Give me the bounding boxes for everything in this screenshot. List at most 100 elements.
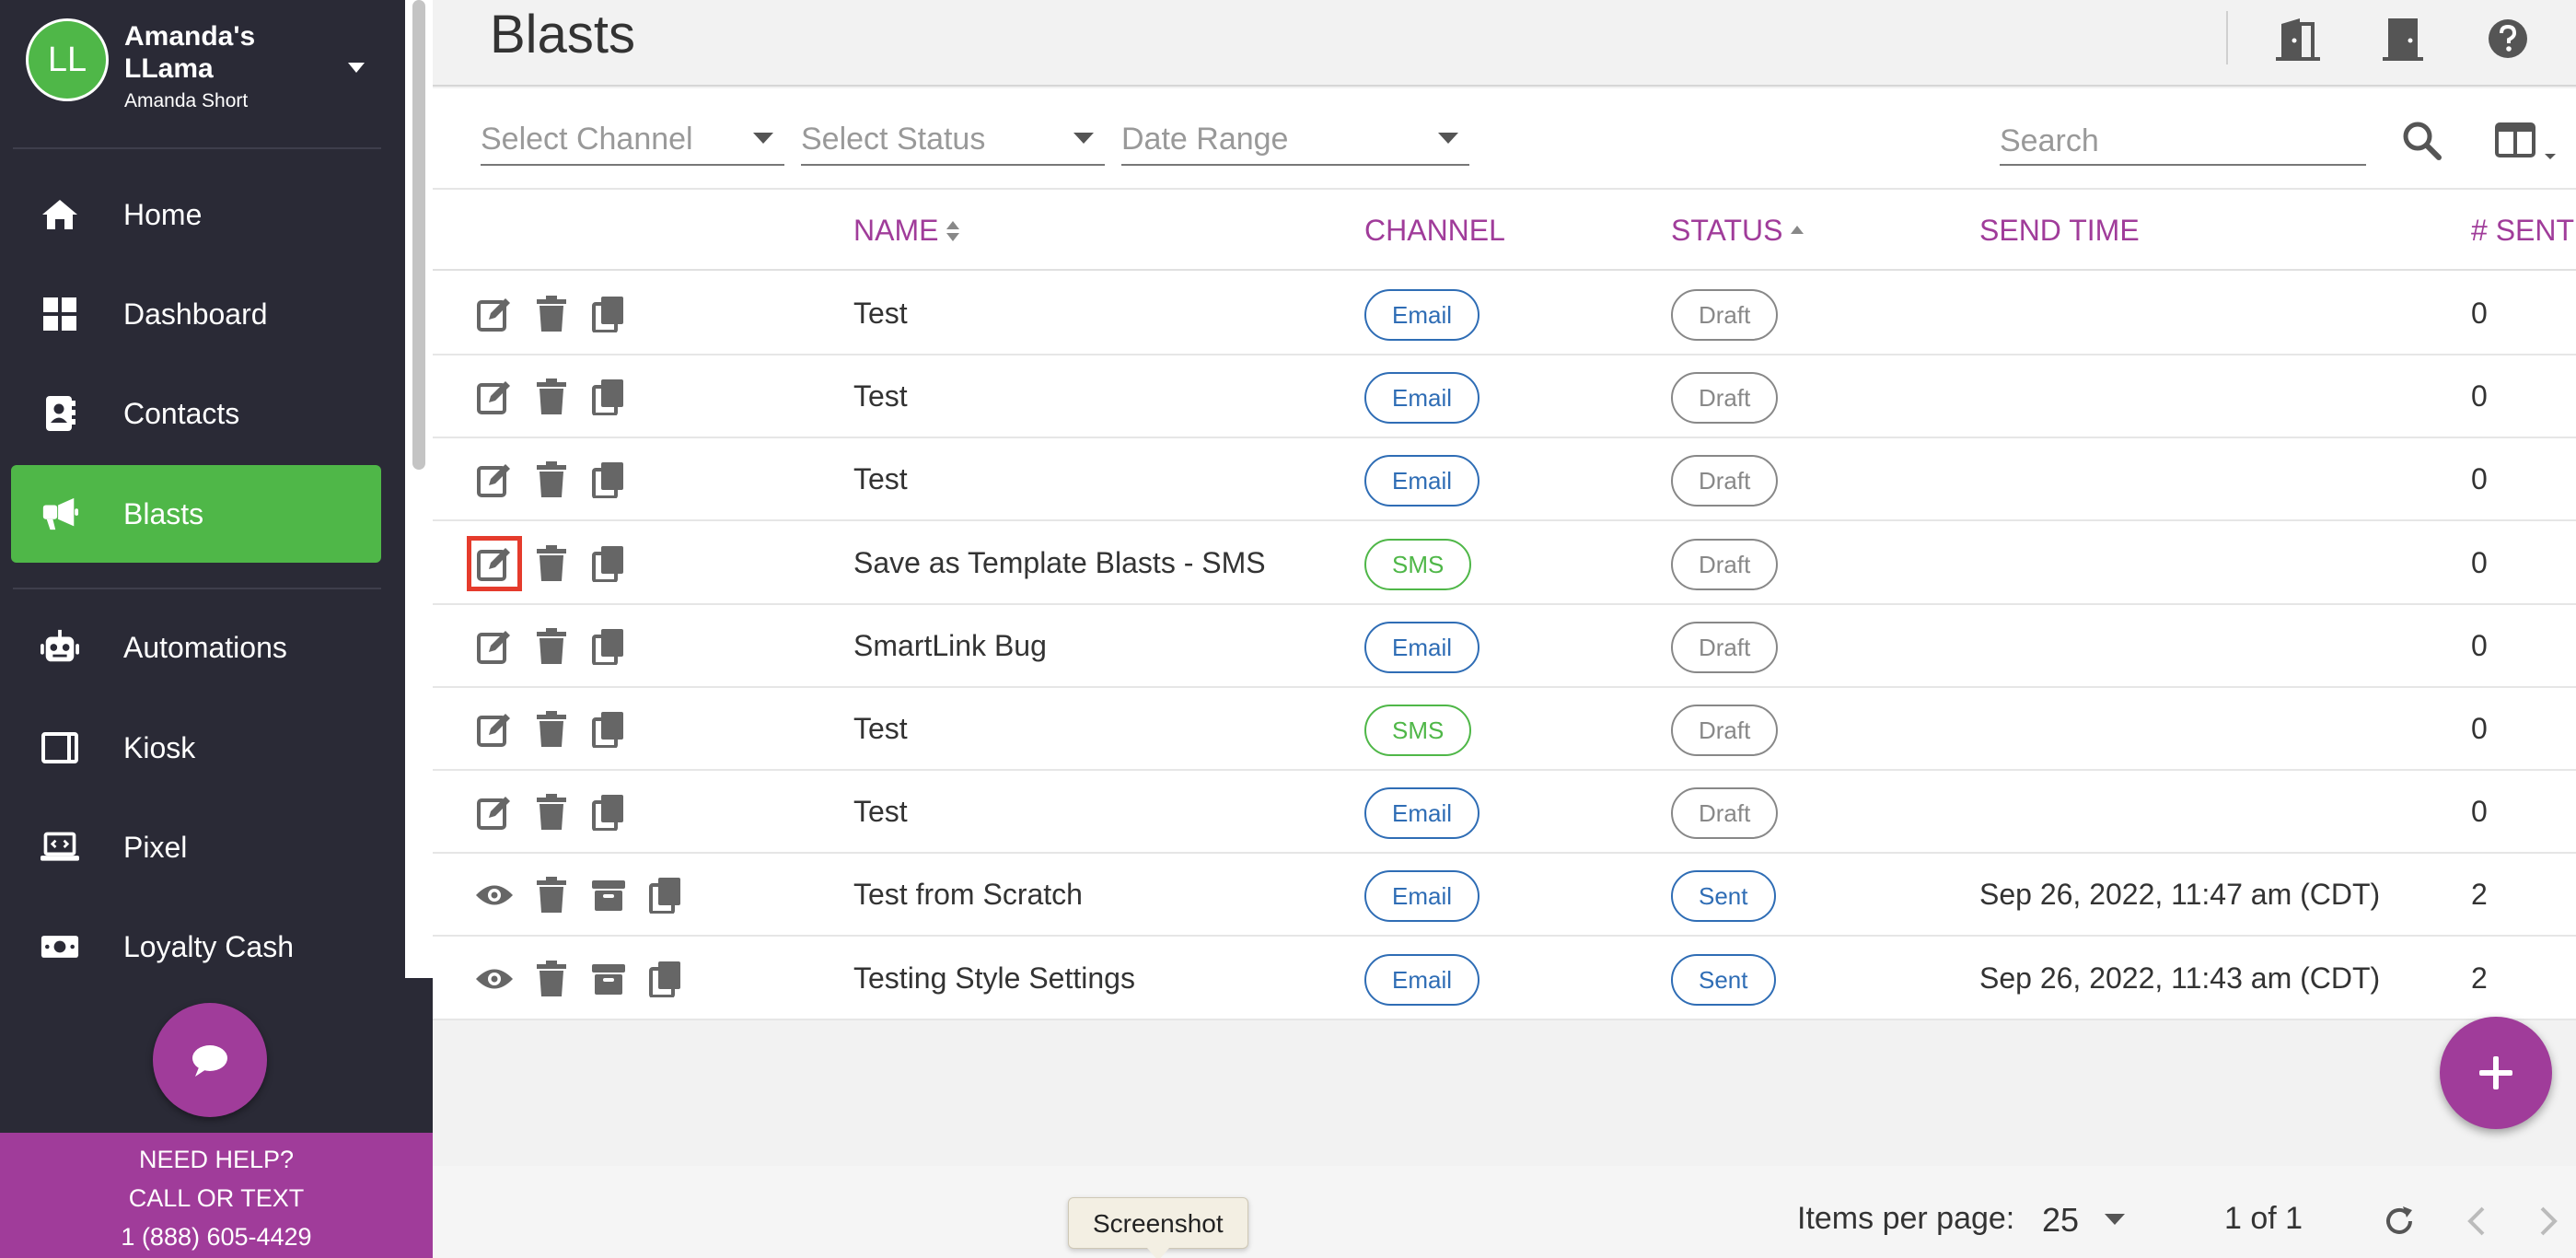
sidebar-item-automations[interactable]: Automations <box>11 599 381 696</box>
edit-icon[interactable] <box>473 625 516 668</box>
archive-icon[interactable] <box>587 874 630 916</box>
trash-icon[interactable] <box>530 542 573 585</box>
sidebar-item-loyalty-cash[interactable]: Loyalty Cash <box>11 898 381 996</box>
sidebar-item-label: Loyalty Cash <box>123 929 294 963</box>
copy-icon[interactable] <box>587 376 630 418</box>
dashboard-icon <box>41 295 79 333</box>
table-row[interactable]: Testing Style Settings Email Sent Sep 26, 2… <box>433 938 2576 1020</box>
items-per-page-select[interactable]: 25 <box>2016 1195 2127 1243</box>
send-time: Sep 26, 2022, 11:47 am (CDT) <box>1979 878 2381 912</box>
channel-cell: Email <box>1364 372 1480 425</box>
archive-icon[interactable] <box>587 958 630 1000</box>
table-row[interactable]: Test Email Draft 0 <box>433 355 2576 439</box>
view-icon[interactable] <box>473 958 516 1000</box>
sidebar-item-kiosk[interactable]: Kiosk <box>11 699 381 797</box>
help-subheading: CALL OR TEXT <box>128 1184 305 1212</box>
trash-icon[interactable] <box>530 625 573 668</box>
columns-toggle-icon[interactable] <box>2491 114 2565 169</box>
trash-icon[interactable] <box>530 376 573 418</box>
edit-icon[interactable] <box>473 459 516 501</box>
trash-icon[interactable] <box>530 791 573 833</box>
edit-icon[interactable] <box>473 708 516 751</box>
date-range-placeholder: Date Range <box>1121 122 1289 157</box>
copy-icon[interactable] <box>587 625 630 668</box>
edit-icon[interactable] <box>473 293 516 335</box>
caret-down-icon[interactable] <box>348 63 365 73</box>
sidebar-item-blasts[interactable]: Blasts <box>11 465 381 563</box>
copy-icon[interactable] <box>587 459 630 501</box>
channel-badge: Email <box>1364 621 1480 673</box>
door-closed-icon[interactable] <box>2377 13 2429 64</box>
column-send-time-header[interactable]: SEND TIME <box>1979 214 2140 248</box>
copy-icon[interactable] <box>587 791 630 833</box>
column-status-header[interactable]: STATUS <box>1671 214 1804 248</box>
avatar: LL <box>26 18 109 101</box>
chat-button[interactable] <box>153 1003 267 1117</box>
edit-icon[interactable] <box>473 791 516 833</box>
sidebar-scrollbar-thumb[interactable] <box>412 0 425 470</box>
channel-badge: Email <box>1364 455 1480 507</box>
view-icon[interactable] <box>473 874 516 916</box>
add-blast-button[interactable] <box>2440 1017 2552 1129</box>
sidebar-item-home[interactable]: Home <box>11 166 381 263</box>
sort-icon <box>946 220 960 241</box>
help-phone[interactable]: 1 (888) 605-4429 <box>0 1217 433 1256</box>
column-channel-header[interactable]: CHANNEL <box>1364 214 1505 248</box>
table-row[interactable]: Test Email Draft 0 <box>433 273 2576 355</box>
edit-icon[interactable] <box>467 535 522 591</box>
trash-icon[interactable] <box>530 293 573 335</box>
copy-icon[interactable] <box>644 874 687 916</box>
money-icon <box>41 927 79 966</box>
column-name-header[interactable]: NAME <box>853 214 960 248</box>
select-date-range[interactable]: Date Range <box>1121 118 1469 166</box>
blast-name: Test <box>853 795 908 829</box>
page-title: Blasts <box>490 5 635 64</box>
select-channel-placeholder: Select Channel <box>481 122 693 157</box>
column-send-time-label: SEND TIME <box>1979 214 2140 247</box>
items-per-page-label: Items per page: <box>1797 1201 2015 1236</box>
sidebar-item-dashboard[interactable]: Dashboard <box>11 265 381 363</box>
table-row[interactable]: Save as Template Blasts - SMS SMS Draft 0 <box>433 522 2576 605</box>
table-row[interactable]: Test SMS Draft 0 <box>433 688 2576 771</box>
trash-icon[interactable] <box>530 958 573 1000</box>
column-sent-header[interactable]: # SENT <box>2471 214 2574 248</box>
copy-icon[interactable] <box>644 958 687 1000</box>
page-range: 1 of 1 <box>2224 1201 2303 1236</box>
chevron-right-icon[interactable] <box>2523 1195 2574 1247</box>
door-exit-icon[interactable] <box>2272 13 2324 64</box>
channel-cell: Email <box>1364 787 1480 840</box>
sidebar-item-label: Home <box>123 197 203 231</box>
status-badge: Sent <box>1671 870 1776 923</box>
trash-icon[interactable] <box>530 708 573 751</box>
sidebar-item-pixel[interactable]: Pixel <box>11 798 381 896</box>
refresh-icon[interactable] <box>2373 1195 2425 1247</box>
trash-icon[interactable] <box>530 874 573 916</box>
help-box: NEED HELP? CALL OR TEXT 1 (888) 605-4429 <box>0 1133 433 1258</box>
select-status[interactable]: Select Status <box>801 118 1105 166</box>
copy-icon[interactable] <box>587 708 630 751</box>
search-input[interactable] <box>2000 118 2366 166</box>
status-cell: Draft <box>1671 787 1779 840</box>
copy-icon[interactable] <box>587 293 630 335</box>
table-row[interactable]: Test Email Draft 0 <box>433 438 2576 522</box>
status-cell: Sent <box>1671 870 1776 923</box>
chevron-left-icon[interactable] <box>2451 1195 2502 1247</box>
table-row[interactable]: Test from Scratch Email Sent Sep 26, 2022, … <box>433 854 2576 938</box>
trash-icon[interactable] <box>530 459 573 501</box>
megaphone-icon <box>41 495 79 533</box>
select-channel[interactable]: Select Channel <box>481 118 784 166</box>
copy-icon[interactable] <box>587 542 630 585</box>
help-circle-icon[interactable] <box>2482 13 2534 64</box>
profile-menu[interactable]: LL Amanda's LLama Amanda Short <box>26 18 394 129</box>
table-row[interactable]: Test Email Draft 0 <box>433 771 2576 855</box>
column-name-label: NAME <box>853 214 939 247</box>
caret-down-icon <box>1438 133 1458 144</box>
table-row[interactable]: SmartLink Bug Email Draft 0 <box>433 605 2576 688</box>
edit-icon[interactable] <box>473 376 516 418</box>
status-badge: Draft <box>1671 455 1779 507</box>
help-heading: NEED HELP? <box>138 1146 295 1173</box>
search-icon[interactable] <box>2394 112 2449 168</box>
sidebar-item-contacts[interactable]: Contacts <box>11 365 381 462</box>
sent-count: 0 <box>2471 297 2488 330</box>
sidebar-item-label: Blasts <box>123 496 204 530</box>
